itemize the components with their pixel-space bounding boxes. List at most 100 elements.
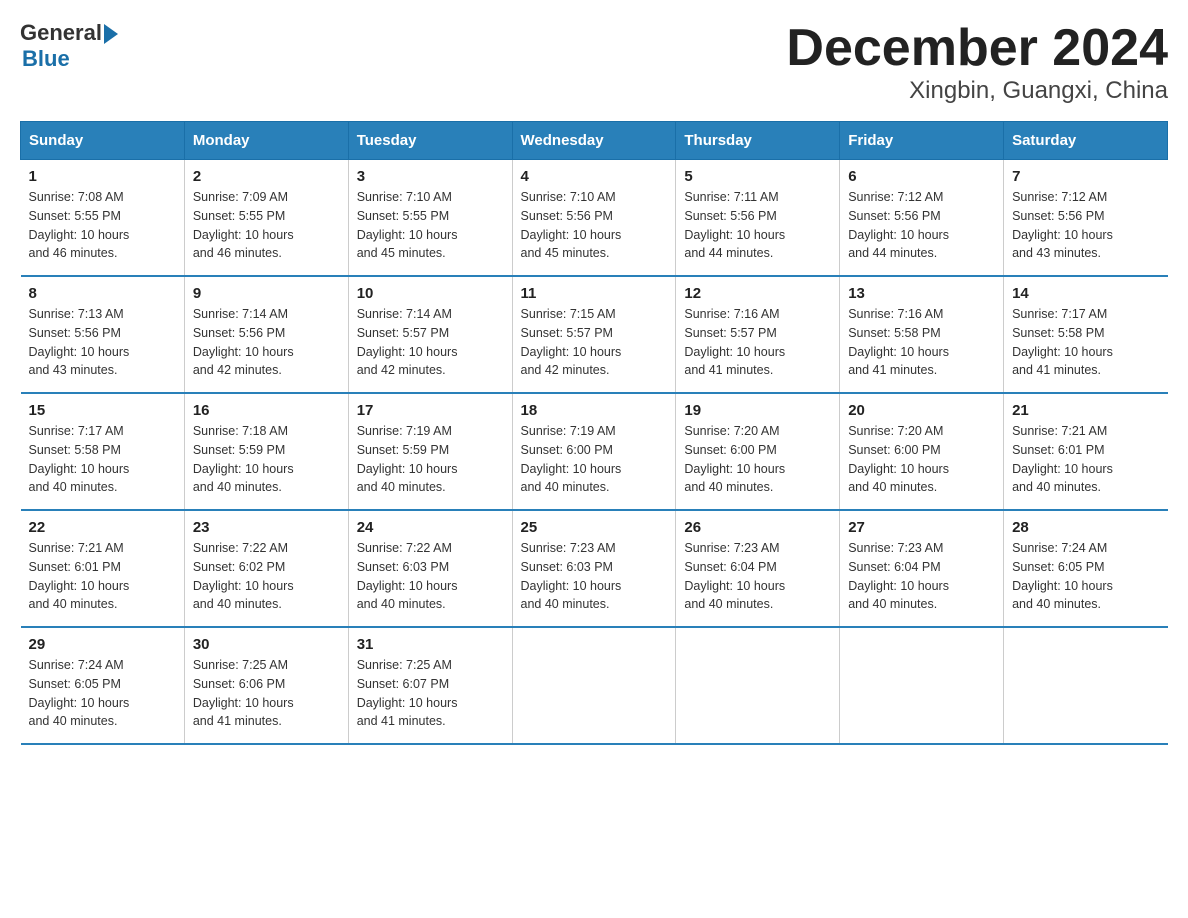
- day-info: Sunrise: 7:13 AMSunset: 5:56 PMDaylight:…: [29, 305, 176, 380]
- calendar-cell: 15Sunrise: 7:17 AMSunset: 5:58 PMDayligh…: [21, 393, 185, 510]
- week-row-4: 22 Sunrise: 7:21 AMSunset: 6:01 PMDayligh…: [21, 510, 1168, 627]
- day-number: 22: [29, 519, 176, 536]
- day-number: 21: [1012, 402, 1159, 419]
- calendar-title: December 2024: [786, 20, 1168, 77]
- day-number: 8: [29, 285, 176, 302]
- header-friday: Friday: [840, 122, 1004, 160]
- calendar-cell: 5 Sunrise: 7:11 AMSunset: 5:56 PMDaylight…: [676, 160, 840, 277]
- day-number: 25: [521, 519, 668, 536]
- day-info: Sunrise: 7:14 AMSunset: 5:57 PMDaylight:…: [357, 305, 504, 380]
- header-tuesday: Tuesday: [348, 122, 512, 160]
- day-info: Sunrise: 7:23 AMSunset: 6:04 PMDaylight:…: [684, 539, 831, 614]
- day-number: 31: [357, 636, 504, 653]
- day-info: Sunrise: 7:17 AMSunset: 5:58 PMDaylight:…: [1012, 305, 1159, 380]
- day-info: Sunrise: 7:09 AMSunset: 5:55 PMDaylight:…: [193, 188, 340, 263]
- calendar-header-row: SundayMondayTuesdayWednesdayThursdayFrid…: [21, 122, 1168, 160]
- calendar-cell: 14 Sunrise: 7:17 AMSunset: 5:58 PMDayligh…: [1004, 276, 1168, 393]
- day-info: Sunrise: 7:25 AMSunset: 6:07 PMDaylight:…: [357, 656, 504, 731]
- day-number: 26: [684, 519, 831, 536]
- calendar-cell: 30Sunrise: 7:25 AMSunset: 6:06 PMDayligh…: [184, 627, 348, 744]
- logo: General Blue: [20, 20, 118, 72]
- day-number: 16: [193, 402, 340, 419]
- day-info: Sunrise: 7:16 AMSunset: 5:57 PMDaylight:…: [684, 305, 831, 380]
- day-info: Sunrise: 7:18 AMSunset: 5:59 PMDaylight:…: [193, 422, 340, 497]
- day-number: 27: [848, 519, 995, 536]
- day-info: Sunrise: 7:20 AMSunset: 6:00 PMDaylight:…: [684, 422, 831, 497]
- calendar-cell: 7Sunrise: 7:12 AMSunset: 5:56 PMDaylight…: [1004, 160, 1168, 277]
- page-header: General Blue December 2024 Xingbin, Guan…: [20, 20, 1168, 105]
- calendar-cell: 18 Sunrise: 7:19 AMSunset: 6:00 PMDayligh…: [512, 393, 676, 510]
- header-thursday: Thursday: [676, 122, 840, 160]
- day-number: 9: [193, 285, 340, 302]
- day-info: Sunrise: 7:19 AMSunset: 5:59 PMDaylight:…: [357, 422, 504, 497]
- calendar-cell: 6Sunrise: 7:12 AMSunset: 5:56 PMDaylight…: [840, 160, 1004, 277]
- day-info: Sunrise: 7:23 AMSunset: 6:03 PMDaylight:…: [521, 539, 668, 614]
- calendar-cell: 16 Sunrise: 7:18 AMSunset: 5:59 PMDayligh…: [184, 393, 348, 510]
- calendar-table: SundayMondayTuesdayWednesdayThursdayFrid…: [20, 121, 1168, 745]
- day-info: Sunrise: 7:20 AMSunset: 6:00 PMDaylight:…: [848, 422, 995, 497]
- calendar-cell: 1Sunrise: 7:08 AMSunset: 5:55 PMDaylight…: [21, 160, 185, 277]
- calendar-cell: 10 Sunrise: 7:14 AMSunset: 5:57 PMDayligh…: [348, 276, 512, 393]
- day-info: Sunrise: 7:15 AMSunset: 5:57 PMDaylight:…: [521, 305, 668, 380]
- day-info: Sunrise: 7:19 AMSunset: 6:00 PMDaylight:…: [521, 422, 668, 497]
- day-info: Sunrise: 7:21 AMSunset: 6:01 PMDaylight:…: [29, 539, 176, 614]
- calendar-cell: 29 Sunrise: 7:24 AMSunset: 6:05 PMDayligh…: [21, 627, 185, 744]
- week-row-2: 8 Sunrise: 7:13 AMSunset: 5:56 PMDaylight…: [21, 276, 1168, 393]
- day-number: 23: [193, 519, 340, 536]
- day-info: Sunrise: 7:22 AMSunset: 6:03 PMDaylight:…: [357, 539, 504, 614]
- calendar-cell: 4Sunrise: 7:10 AMSunset: 5:56 PMDaylight…: [512, 160, 676, 277]
- day-number: 11: [521, 285, 668, 302]
- day-number: 19: [684, 402, 831, 419]
- day-number: 6: [848, 168, 995, 185]
- day-info: Sunrise: 7:23 AMSunset: 6:04 PMDaylight:…: [848, 539, 995, 614]
- day-info: Sunrise: 7:10 AMSunset: 5:55 PMDaylight:…: [357, 188, 504, 263]
- calendar-cell: 20Sunrise: 7:20 AMSunset: 6:00 PMDayligh…: [840, 393, 1004, 510]
- day-number: 15: [29, 402, 176, 419]
- week-row-5: 29 Sunrise: 7:24 AMSunset: 6:05 PMDayligh…: [21, 627, 1168, 744]
- day-number: 18: [521, 402, 668, 419]
- day-number: 29: [29, 636, 176, 653]
- day-number: 30: [193, 636, 340, 653]
- day-info: Sunrise: 7:12 AMSunset: 5:56 PMDaylight:…: [1012, 188, 1159, 263]
- day-info: Sunrise: 7:24 AMSunset: 6:05 PMDaylight:…: [29, 656, 176, 731]
- day-number: 28: [1012, 519, 1159, 536]
- calendar-cell: 8 Sunrise: 7:13 AMSunset: 5:56 PMDaylight…: [21, 276, 185, 393]
- day-info: Sunrise: 7:14 AMSunset: 5:56 PMDaylight:…: [193, 305, 340, 380]
- day-info: Sunrise: 7:11 AMSunset: 5:56 PMDaylight:…: [684, 188, 831, 263]
- logo-general-text: General: [20, 20, 102, 46]
- day-number: 13: [848, 285, 995, 302]
- day-number: 10: [357, 285, 504, 302]
- day-info: Sunrise: 7:10 AMSunset: 5:56 PMDaylight:…: [521, 188, 668, 263]
- day-number: 12: [684, 285, 831, 302]
- day-number: 1: [29, 168, 176, 185]
- day-info: Sunrise: 7:24 AMSunset: 6:05 PMDaylight:…: [1012, 539, 1159, 614]
- calendar-cell: 27 Sunrise: 7:23 AMSunset: 6:04 PMDayligh…: [840, 510, 1004, 627]
- calendar-cell: 17Sunrise: 7:19 AMSunset: 5:59 PMDayligh…: [348, 393, 512, 510]
- calendar-cell: 24Sunrise: 7:22 AMSunset: 6:03 PMDayligh…: [348, 510, 512, 627]
- header-saturday: Saturday: [1004, 122, 1168, 160]
- calendar-cell: 2 Sunrise: 7:09 AMSunset: 5:55 PMDaylight…: [184, 160, 348, 277]
- calendar-cell: [840, 627, 1004, 744]
- calendar-cell: 28 Sunrise: 7:24 AMSunset: 6:05 PMDayligh…: [1004, 510, 1168, 627]
- calendar-cell: 11 Sunrise: 7:15 AMSunset: 5:57 PMDayligh…: [512, 276, 676, 393]
- title-block: December 2024 Xingbin, Guangxi, China: [786, 20, 1168, 105]
- day-number: 14: [1012, 285, 1159, 302]
- calendar-cell: 25 Sunrise: 7:23 AMSunset: 6:03 PMDayligh…: [512, 510, 676, 627]
- day-info: Sunrise: 7:16 AMSunset: 5:58 PMDaylight:…: [848, 305, 995, 380]
- header-monday: Monday: [184, 122, 348, 160]
- week-row-1: 1Sunrise: 7:08 AMSunset: 5:55 PMDaylight…: [21, 160, 1168, 277]
- day-number: 2: [193, 168, 340, 185]
- calendar-cell: 21 Sunrise: 7:21 AMSunset: 6:01 PMDayligh…: [1004, 393, 1168, 510]
- calendar-cell: 3 Sunrise: 7:10 AMSunset: 5:55 PMDaylight…: [348, 160, 512, 277]
- calendar-cell: [676, 627, 840, 744]
- day-number: 3: [357, 168, 504, 185]
- calendar-cell: [512, 627, 676, 744]
- calendar-subtitle: Xingbin, Guangxi, China: [786, 77, 1168, 105]
- day-number: 5: [684, 168, 831, 185]
- calendar-cell: 22 Sunrise: 7:21 AMSunset: 6:01 PMDayligh…: [21, 510, 185, 627]
- calendar-cell: 9 Sunrise: 7:14 AMSunset: 5:56 PMDaylight…: [184, 276, 348, 393]
- calendar-cell: 31 Sunrise: 7:25 AMSunset: 6:07 PMDayligh…: [348, 627, 512, 744]
- header-wednesday: Wednesday: [512, 122, 676, 160]
- day-info: Sunrise: 7:21 AMSunset: 6:01 PMDaylight:…: [1012, 422, 1159, 497]
- calendar-cell: 19 Sunrise: 7:20 AMSunset: 6:00 PMDayligh…: [676, 393, 840, 510]
